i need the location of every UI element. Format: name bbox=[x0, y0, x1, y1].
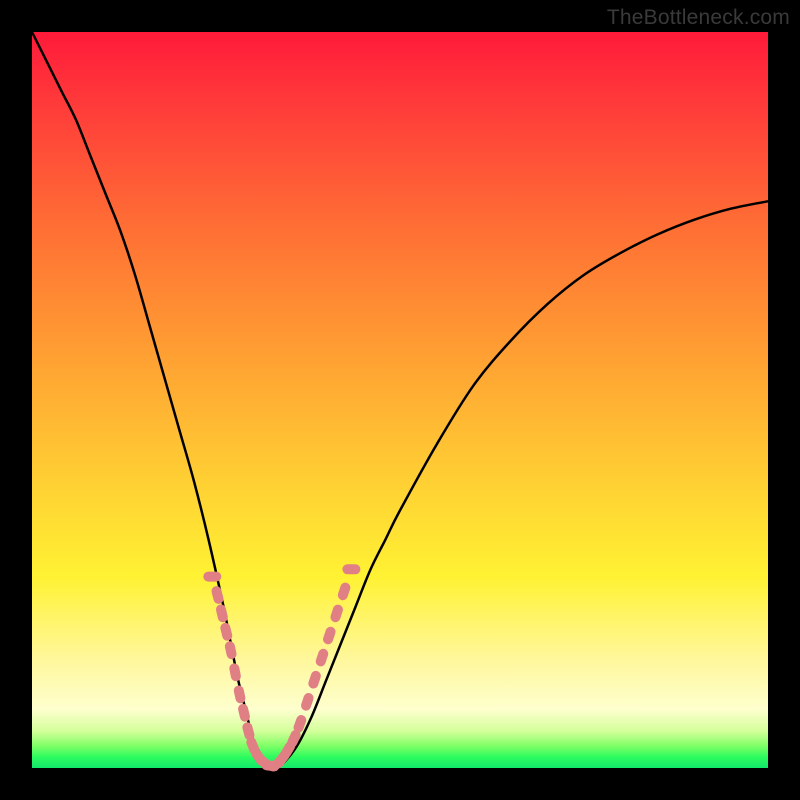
bottleneck-curve bbox=[32, 32, 768, 768]
marker-capsule bbox=[300, 692, 315, 712]
marker-capsule bbox=[224, 640, 238, 660]
marker-capsule bbox=[337, 581, 352, 601]
marker-capsule bbox=[322, 625, 337, 645]
highlight-markers bbox=[203, 564, 360, 773]
marker-capsule bbox=[233, 685, 247, 705]
marker-capsule bbox=[329, 603, 344, 623]
marker-capsule bbox=[314, 647, 329, 667]
marker-capsule bbox=[215, 603, 229, 623]
marker-capsule bbox=[342, 564, 360, 574]
marker-capsule bbox=[228, 662, 241, 682]
marker-capsule bbox=[307, 670, 322, 690]
watermark-text: TheBottleneck.com bbox=[607, 6, 790, 30]
plot-area bbox=[32, 32, 768, 768]
curve-svg bbox=[32, 32, 768, 768]
marker-capsule bbox=[203, 572, 221, 582]
marker-capsule bbox=[219, 622, 233, 642]
chart-frame: TheBottleneck.com bbox=[0, 0, 800, 800]
marker-capsule bbox=[237, 703, 251, 723]
